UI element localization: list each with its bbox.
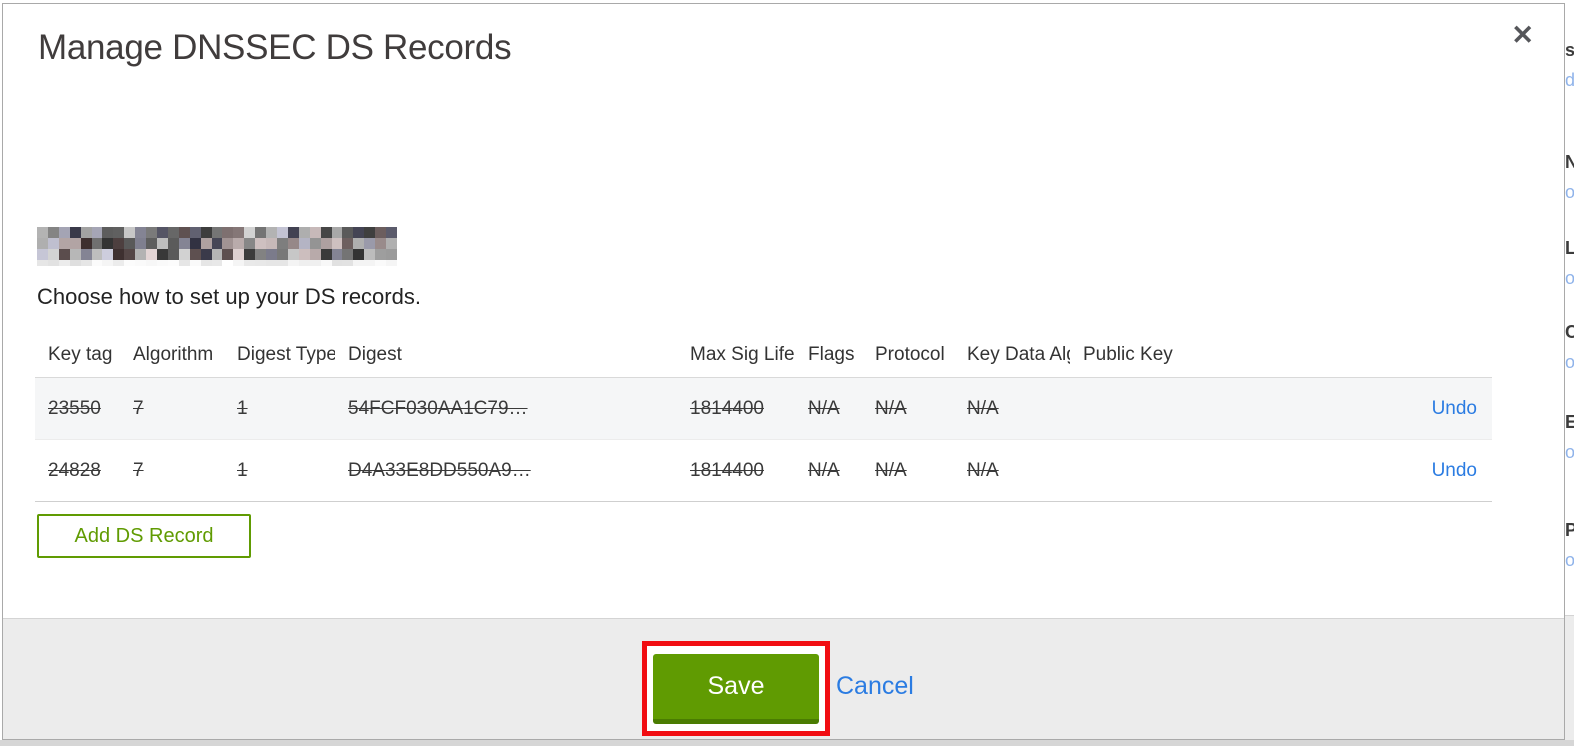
cell-max-sig-life: 1814400 bbox=[690, 397, 764, 419]
page-bottom-edge bbox=[0, 740, 1574, 746]
save-button[interactable]: Save bbox=[653, 653, 819, 724]
cell-actions: Undo bbox=[1307, 460, 1492, 482]
cell-digest: D4A33E8DD550A9… bbox=[348, 459, 531, 481]
table-row: 24828 7 1 D4A33E8DD550A9… 1814400 N/A N/… bbox=[35, 440, 1492, 502]
page-fragment-link: o bbox=[1565, 182, 1574, 202]
page-fragment-link: o bbox=[1565, 550, 1574, 570]
cell-key-data-alg: N/A bbox=[967, 459, 999, 481]
column-header-flags: Flags bbox=[808, 343, 855, 365]
page-fragment-label: s bbox=[1565, 40, 1574, 60]
page-fragment-label: N bbox=[1565, 152, 1574, 172]
table-row: 23550 7 1 54FCF030AA1C79… 1814400 N/A N/… bbox=[35, 378, 1492, 440]
page-background: sdNoLoCoEoPo Manage DNSSEC DS Records ✕ … bbox=[0, 0, 1574, 746]
cell-protocol: N/A bbox=[875, 459, 907, 481]
column-header-key-tag: Key tag bbox=[48, 343, 113, 365]
table-header-row: Key tag Algorithm Digest Type Digest Max… bbox=[35, 332, 1492, 378]
underlying-page-footer bbox=[1565, 615, 1574, 740]
close-icon[interactable]: ✕ bbox=[1511, 22, 1534, 49]
cell-digest: 54FCF030AA1C79… bbox=[348, 397, 528, 419]
column-header-max-sig-life: Max Sig Life bbox=[690, 343, 795, 365]
page-fragment-link: o bbox=[1565, 268, 1574, 288]
ds-records-table: Key tag Algorithm Digest Type Digest Max… bbox=[35, 332, 1492, 502]
cell-digest-type: 1 bbox=[237, 459, 248, 481]
cell-digest-type: 1 bbox=[237, 397, 248, 419]
add-ds-record-button[interactable]: Add DS Record bbox=[37, 514, 251, 558]
cell-algorithm: 7 bbox=[133, 397, 144, 419]
column-header-algorithm: Algorithm bbox=[133, 343, 214, 365]
cell-actions: Undo bbox=[1307, 398, 1492, 420]
undo-link[interactable]: Undo bbox=[1432, 460, 1477, 481]
cell-key-tag: 23550 bbox=[48, 397, 101, 419]
page-fragment-label: P bbox=[1565, 520, 1574, 540]
column-header-key-data-alg: Key Data Alg bbox=[967, 343, 1070, 365]
cell-key-tag: 24828 bbox=[48, 459, 101, 481]
page-fragment-label: C bbox=[1565, 322, 1574, 342]
underlying-page-strip: sdNoLoCoEoPo bbox=[1565, 3, 1574, 740]
page-fragment-link: d bbox=[1565, 70, 1574, 90]
redacted-domain-name bbox=[37, 227, 397, 266]
page-fragment-link: o bbox=[1565, 442, 1574, 462]
modal-title: Manage DNSSEC DS Records bbox=[38, 28, 512, 67]
column-header-digest-type: Digest Type bbox=[237, 343, 335, 365]
column-header-public-key: Public Key bbox=[1083, 343, 1173, 365]
cell-max-sig-life: 1814400 bbox=[690, 459, 764, 481]
cell-protocol: N/A bbox=[875, 397, 907, 419]
column-header-digest: Digest bbox=[348, 343, 402, 365]
page-fragment-link: o bbox=[1565, 352, 1574, 372]
cell-key-data-alg: N/A bbox=[967, 397, 999, 419]
page-fragment-label: L bbox=[1565, 238, 1574, 258]
modal-footer: Save Cancel bbox=[3, 618, 1564, 739]
page-fragment-label: E bbox=[1565, 412, 1574, 432]
cell-flags: N/A bbox=[808, 397, 840, 419]
cell-flags: N/A bbox=[808, 459, 840, 481]
cell-algorithm: 7 bbox=[133, 459, 144, 481]
cancel-link[interactable]: Cancel bbox=[836, 672, 914, 701]
undo-link[interactable]: Undo bbox=[1432, 398, 1477, 419]
instructions-text: Choose how to set up your DS records. bbox=[37, 284, 421, 309]
dnssec-ds-records-modal: Manage DNSSEC DS Records ✕ Choose how to… bbox=[2, 3, 1565, 740]
annotation-highlight-box: Save bbox=[642, 641, 830, 736]
column-header-protocol: Protocol bbox=[875, 343, 945, 365]
